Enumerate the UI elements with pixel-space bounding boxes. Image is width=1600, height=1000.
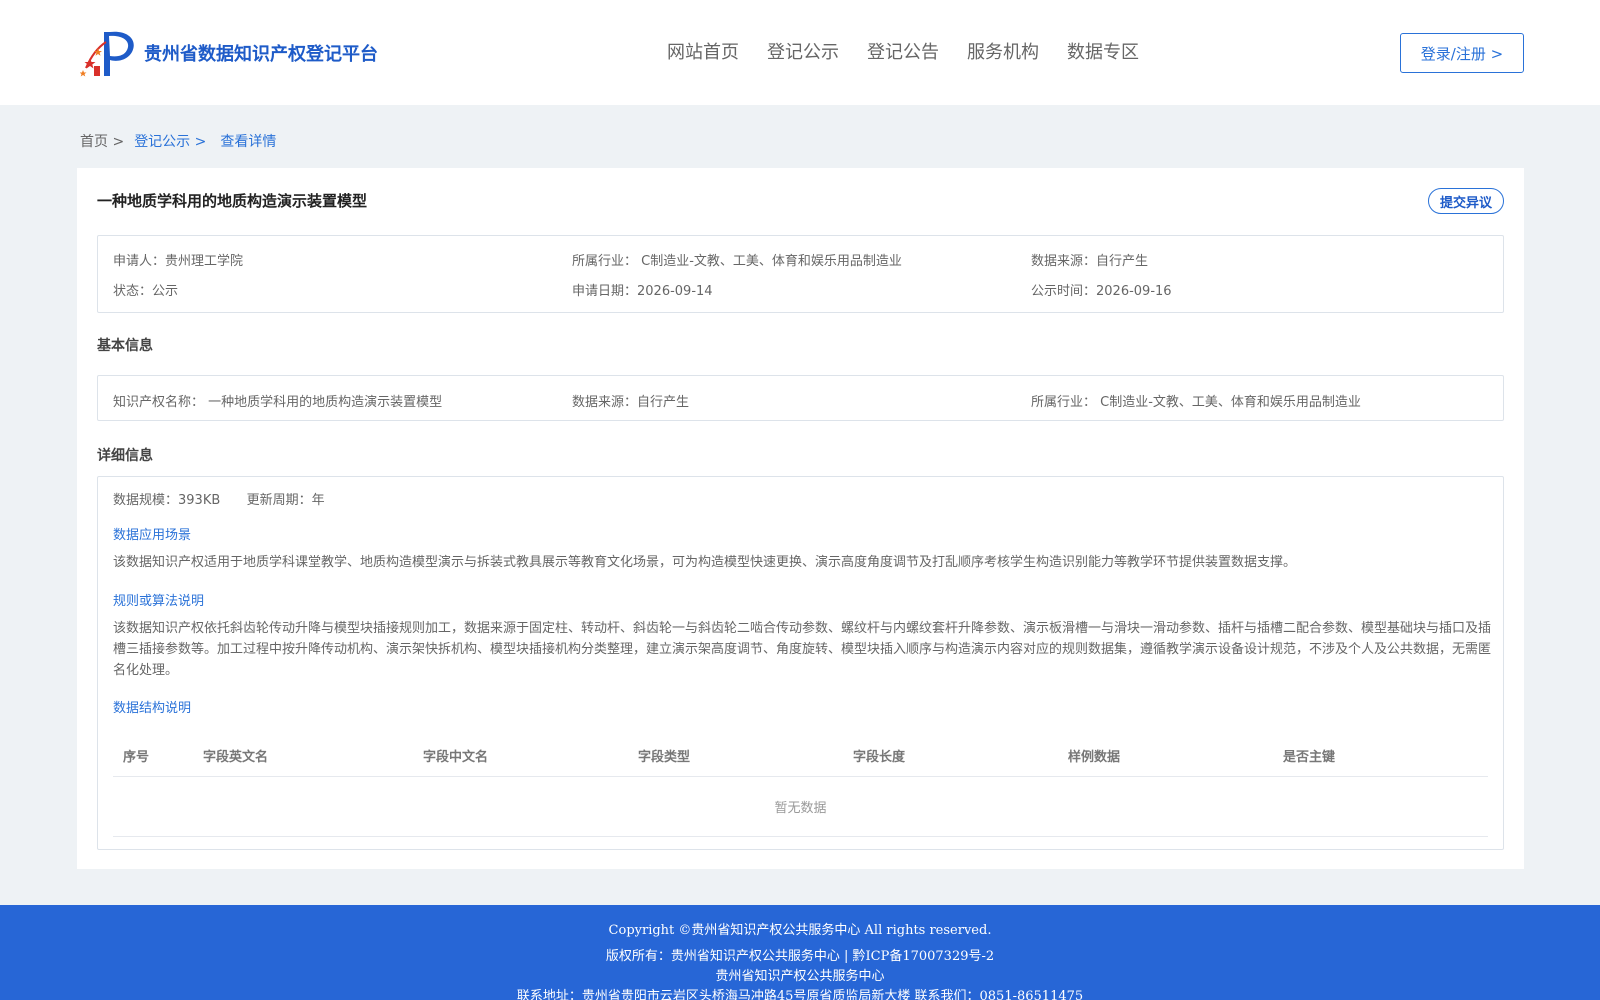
industry-value: C制造业-文教、工美、体育和娱乐用品制造业 bbox=[641, 254, 902, 269]
basic-source-label: 数据来源： bbox=[572, 395, 638, 410]
scenario-text: 该数据知识产权适用于地质学科课堂教学、地质构造模型演示与拆装式教具展示等教育文化… bbox=[113, 555, 1297, 570]
applicant-value: 贵州理工学院 bbox=[165, 254, 244, 269]
apply-date-label: 申请日期： bbox=[572, 284, 638, 299]
basic-industry-value: C制造业-文教、工美、体育和娱乐用品制造业 bbox=[1100, 395, 1361, 410]
scale-label: 数据规模： bbox=[113, 493, 179, 508]
site-logo[interactable]: 贵州省数据知识产权登记平台 bbox=[80, 28, 378, 78]
status-value: 公示 bbox=[152, 284, 179, 299]
breadcrumb-home[interactable]: 首页 > bbox=[80, 131, 124, 151]
ip-name-label: 知识产权名称： bbox=[113, 395, 205, 410]
page-title: 一种地质学科用的地质构造演示装置模型 bbox=[97, 192, 368, 210]
detail-info-heading: 详细信息 bbox=[97, 448, 153, 464]
publish-time-field: 公示时间：2026-09-16 bbox=[1031, 280, 1172, 299]
structure-table: 序号 字段英文名 字段中文名 字段类型 字段长度 样例数据 是否主键 暂无数据 bbox=[113, 732, 1488, 837]
col-field-en: 字段英文名 bbox=[203, 750, 269, 765]
scale-cycle-row: 数据规模：393KB 更新周期：年 bbox=[113, 489, 325, 508]
site-footer: Copyright ©贵州省知识产权公共服务中心 All rights rese… bbox=[0, 905, 1600, 1000]
source-value: 自行产生 bbox=[1096, 254, 1149, 269]
source-field: 数据来源：自行产生 bbox=[1031, 250, 1148, 269]
applicant-field: 申请人：贵州理工学院 bbox=[113, 250, 243, 269]
applicant-label: 申请人： bbox=[113, 254, 166, 269]
detail-card: 一种地质学科用的地质构造演示装置模型 提交异议 申请人：贵州理工学院 所属行业：… bbox=[77, 168, 1524, 869]
scale-value: 393KB bbox=[178, 493, 221, 508]
detail-info-panel: 数据规模：393KB 更新周期：年 数据应用场景 该数据知识产权适用于地质学科课… bbox=[97, 476, 1504, 850]
basic-industry-field: 所属行业： C制造业-文教、工美、体育和娱乐用品制造业 bbox=[1031, 391, 1361, 410]
status-field: 状态：公示 bbox=[113, 280, 178, 299]
col-sample: 样例数据 bbox=[1068, 750, 1121, 765]
nav-data-zone[interactable]: 数据专区 bbox=[1067, 38, 1139, 64]
apply-date-value: 2026-09-14 bbox=[637, 284, 713, 299]
basic-industry-label: 所属行业： bbox=[1031, 395, 1097, 410]
industry-label: 所属行业： bbox=[572, 254, 638, 269]
col-field-cn: 字段中文名 bbox=[423, 750, 489, 765]
ip-name-field: 知识产权名称： 一种地质学科用的地质构造演示装置模型 bbox=[113, 391, 442, 410]
publish-time-label: 公示时间： bbox=[1031, 284, 1097, 299]
rules-heading: 规则或算法说明 bbox=[113, 594, 205, 609]
nav-service-agencies[interactable]: 服务机构 bbox=[967, 38, 1039, 64]
nav-registration-publicity[interactable]: 登记公示 bbox=[767, 38, 839, 64]
main-nav: 网站首页 登记公示 登记公告 服务机构 数据专区 bbox=[667, 38, 1167, 64]
breadcrumb-current: 查看详情 bbox=[220, 134, 277, 150]
col-index: 序号 bbox=[123, 750, 150, 765]
submit-objection-button[interactable]: 提交异议 bbox=[1428, 188, 1504, 214]
basic-source-field: 数据来源：自行产生 bbox=[572, 391, 689, 410]
summary-panel: 申请人：贵州理工学院 所属行业： C制造业-文教、工美、体育和娱乐用品制造业 数… bbox=[97, 235, 1504, 313]
rules-text: 该数据知识产权依托斜齿轮传动升降与模型块插接规则加工，数据来源于固定柱、转动杆、… bbox=[113, 621, 1492, 678]
scenario-heading: 数据应用场景 bbox=[113, 528, 192, 543]
source-label: 数据来源： bbox=[1031, 254, 1097, 269]
nav-home[interactable]: 网站首页 bbox=[667, 38, 739, 64]
publish-time-value: 2026-09-16 bbox=[1096, 284, 1172, 299]
ip-name-value: 一种地质学科用的地质构造演示装置模型 bbox=[208, 395, 443, 410]
footer-owner: 版权所有：贵州省知识产权公共服务中心 | 黔ICP备17007329号-2 bbox=[605, 949, 995, 964]
nav-registration-notice[interactable]: 登记公告 bbox=[867, 38, 939, 64]
login-register-button[interactable]: 登录/注册 > bbox=[1400, 33, 1524, 73]
footer-org: 贵州省知识产权公共服务中心 bbox=[715, 969, 885, 984]
cycle-value: 年 bbox=[311, 493, 325, 508]
footer-address: 联系地址：贵州省贵阳市云岩区头桥海马冲路45号原省质监局新大楼 联系我们：085… bbox=[516, 989, 1084, 1000]
col-primary-key: 是否主键 bbox=[1283, 750, 1336, 765]
site-name: 贵州省数据知识产权登记平台 bbox=[144, 44, 378, 65]
cycle-label: 更新周期： bbox=[246, 493, 312, 508]
footer-copyright: Copyright ©贵州省知识产权公共服务中心 All rights rese… bbox=[608, 923, 992, 938]
site-header: 贵州省数据知识产权登记平台 网站首页 登记公示 登记公告 服务机构 数据专区 登… bbox=[0, 0, 1600, 105]
breadcrumb: 首页 > 登记公示 > 查看详情 bbox=[80, 131, 276, 151]
table-header-row: 序号 字段英文名 字段中文名 字段类型 字段长度 样例数据 是否主键 bbox=[113, 732, 1488, 777]
status-label: 状态： bbox=[113, 284, 153, 299]
logo-emblem-icon bbox=[80, 31, 134, 77]
col-field-length: 字段长度 bbox=[853, 750, 906, 765]
apply-date-field: 申请日期：2026-09-14 bbox=[572, 280, 713, 299]
breadcrumb-section[interactable]: 登记公示 > bbox=[134, 131, 206, 151]
basic-info-panel: 知识产权名称： 一种地质学科用的地质构造演示装置模型 数据来源：自行产生 所属行… bbox=[97, 375, 1504, 421]
basic-info-heading: 基本信息 bbox=[97, 338, 153, 354]
col-field-type: 字段类型 bbox=[638, 750, 691, 765]
basic-source-value: 自行产生 bbox=[637, 395, 690, 410]
table-empty-row: 暂无数据 bbox=[113, 777, 1488, 837]
structure-heading: 数据结构说明 bbox=[113, 701, 192, 716]
industry-field: 所属行业： C制造业-文教、工美、体育和娱乐用品制造业 bbox=[572, 250, 902, 269]
